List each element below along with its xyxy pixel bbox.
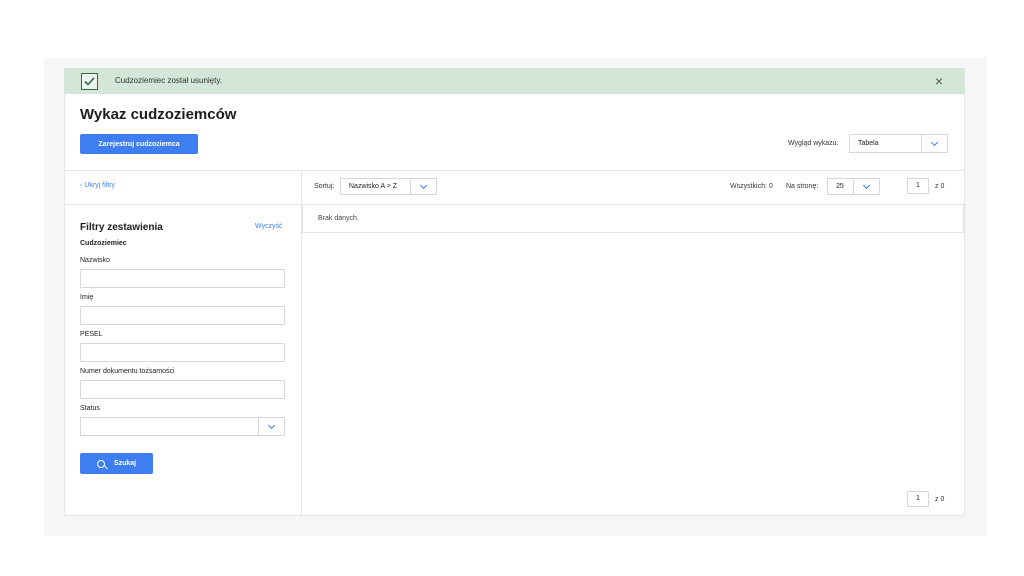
page-title: Wykaz cudzoziemców (80, 106, 237, 123)
check-icon (81, 73, 98, 90)
total-count: Wszystkich: 0 (730, 183, 773, 190)
surname-input[interactable] (80, 269, 285, 288)
register-foreigner-button[interactable]: Zarejestruj cudzoziemca (80, 134, 198, 154)
clear-filters-link[interactable]: Wyczyść (255, 223, 283, 230)
pesel-input[interactable] (80, 343, 285, 362)
divider (64, 170, 965, 171)
divider (64, 204, 302, 205)
pesel-label: PESEL (80, 331, 103, 338)
view-mode-label: Wygląd wykazu: (788, 140, 839, 147)
chevron-down-icon (258, 418, 284, 435)
bottom-page-of-label: z 0 (935, 496, 945, 503)
sort-select[interactable]: Nazwisko A > Z (340, 178, 437, 195)
chevron-down-icon (410, 179, 436, 194)
no-data-message: Brak danych. (318, 215, 359, 222)
alert-message: Cudzoziemiec został usunięty. (115, 76, 223, 85)
search-icon (96, 459, 105, 468)
chevron-down-icon (921, 135, 947, 152)
results-table (302, 204, 964, 233)
success-alert: Cudzoziemiec został usunięty. × (64, 68, 965, 94)
sort-value: Nazwisko A > Z (349, 183, 398, 190)
search-button-label: Szukaj (113, 460, 137, 467)
id-document-input[interactable] (80, 380, 285, 399)
status-select[interactable] (80, 417, 285, 436)
view-mode-value: Tabela (858, 140, 879, 147)
filters-title: Filtry zestawienia (80, 222, 163, 233)
surname-label: Nazwisko (80, 257, 110, 264)
search-button[interactable]: Szukaj (80, 453, 153, 474)
page-of-label: z 0 (935, 183, 945, 190)
per-page-value: 25 (836, 183, 844, 190)
close-icon[interactable]: × (935, 73, 943, 89)
page-number-input[interactable]: 1 (907, 178, 929, 194)
main-card (64, 94, 965, 516)
first-name-input[interactable] (80, 306, 285, 325)
hide-filters-link[interactable]: ‹ Ukryj filtry (80, 182, 115, 189)
view-mode-select[interactable]: Tabela (849, 134, 948, 153)
per-page-label: Na stronę: (786, 183, 819, 190)
per-page-select[interactable]: 25 (827, 178, 880, 195)
chevron-down-icon (853, 179, 879, 194)
bottom-page-number-input[interactable]: 1 (907, 491, 929, 507)
status-label: Status (80, 405, 100, 412)
id-document-label: Numer dokumentu tożsamości (80, 368, 175, 375)
first-name-label: Imię (80, 294, 94, 301)
sort-label: Sortuj: (314, 183, 335, 190)
filters-section-title: Cudzoziemiec (80, 240, 127, 247)
